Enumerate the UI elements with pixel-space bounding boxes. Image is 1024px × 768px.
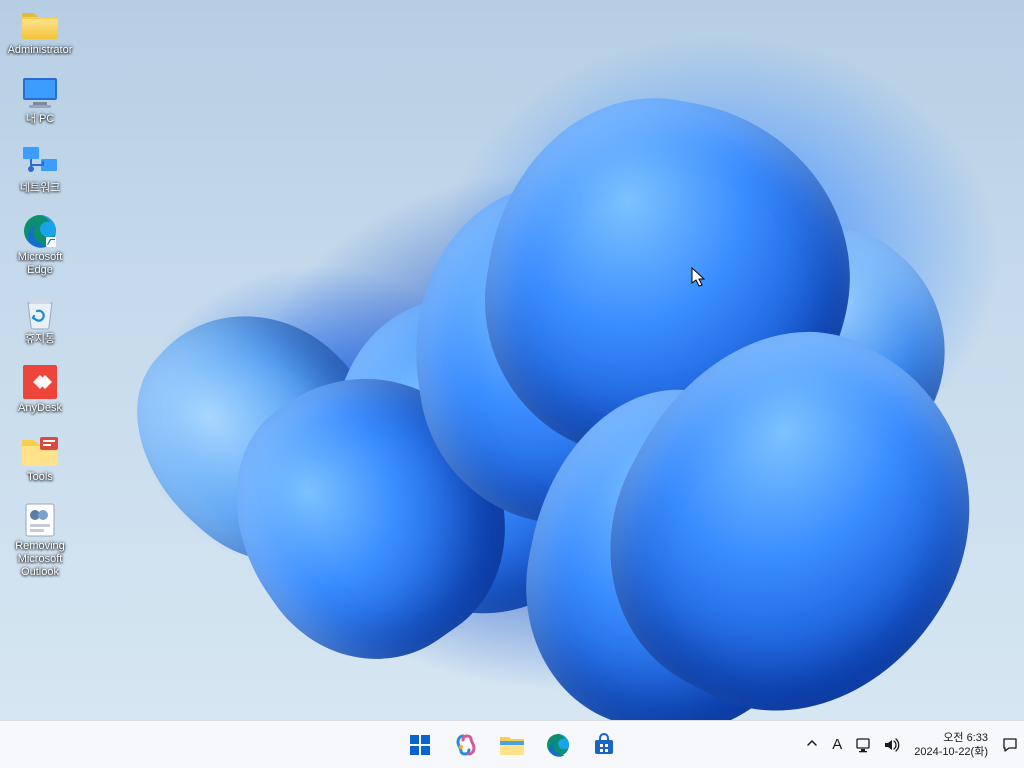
file-explorer-button[interactable]: [492, 725, 532, 765]
desktop-icons: Administrator 내 PC: [4, 6, 76, 579]
ime-indicator[interactable]: A: [828, 736, 846, 753]
edge-icon: [19, 213, 61, 249]
network-icon: [19, 144, 61, 180]
wallpaper-bloom: [130, 60, 950, 720]
edge-button[interactable]: [538, 725, 578, 765]
notification-icon: [1001, 736, 1019, 754]
windows-logo-icon: [408, 733, 432, 757]
desktop-icon-anydesk[interactable]: AnyDesk: [4, 364, 76, 415]
icon-label: AnyDesk: [18, 402, 62, 415]
taskbar-tray: A 오전 6:33 2024-10-22(화): [804, 721, 1020, 768]
icon-label: Administrator: [8, 44, 73, 57]
microsoft-store-button[interactable]: [584, 725, 624, 765]
volume-tray-button[interactable]: [882, 735, 902, 755]
anydesk-icon: [19, 364, 61, 400]
folder-icon: [19, 6, 61, 42]
clock-time: 오전 6:33: [914, 731, 988, 745]
folder-tools-icon: [19, 433, 61, 469]
recycle-bin-icon: [19, 295, 61, 331]
notifications-button[interactable]: [1000, 735, 1020, 755]
icon-label: 네트워크: [20, 182, 60, 195]
icon-label: Tools: [27, 471, 53, 484]
icon-label: Removing Microsoft Outlook: [15, 540, 65, 579]
tray-overflow-button[interactable]: [804, 737, 820, 752]
desktop-icon-removing-outlook[interactable]: Removing Microsoft Outlook: [4, 502, 76, 579]
cursor-icon: [691, 267, 707, 289]
network-tray-button[interactable]: [854, 735, 874, 755]
taskbar: A 오전 6:33 2024-10-22(화): [0, 720, 1024, 768]
volume-icon: [883, 736, 901, 754]
edge-icon: [546, 733, 570, 757]
copilot-button[interactable]: [446, 725, 486, 765]
file-explorer-icon: [499, 734, 525, 756]
pc-icon: [19, 75, 61, 111]
copilot-icon: [454, 733, 478, 757]
desktop-icon-this-pc[interactable]: 내 PC: [4, 75, 76, 126]
desktop-icon-recycle-bin[interactable]: 휴지통: [4, 295, 76, 346]
clock-date: 2024-10-22(화): [914, 745, 988, 759]
network-tray-icon: [855, 736, 873, 754]
desktop[interactable]: Administrator 내 PC: [0, 0, 1024, 720]
desktop-icon-network[interactable]: 네트워크: [4, 144, 76, 195]
desktop-icon-edge[interactable]: Microsoft Edge: [4, 213, 76, 277]
store-icon: [592, 733, 616, 757]
chevron-up-icon: [806, 737, 818, 749]
batch-file-icon: [19, 502, 61, 538]
icon-label: 내 PC: [26, 113, 54, 126]
desktop-icon-administrator[interactable]: Administrator: [4, 6, 76, 57]
desktop-icon-tools[interactable]: Tools: [4, 433, 76, 484]
icon-label: 휴지통: [25, 333, 55, 346]
icon-label: Microsoft Edge: [18, 251, 63, 277]
clock-button[interactable]: 오전 6:33 2024-10-22(화): [910, 731, 992, 759]
start-button[interactable]: [400, 725, 440, 765]
